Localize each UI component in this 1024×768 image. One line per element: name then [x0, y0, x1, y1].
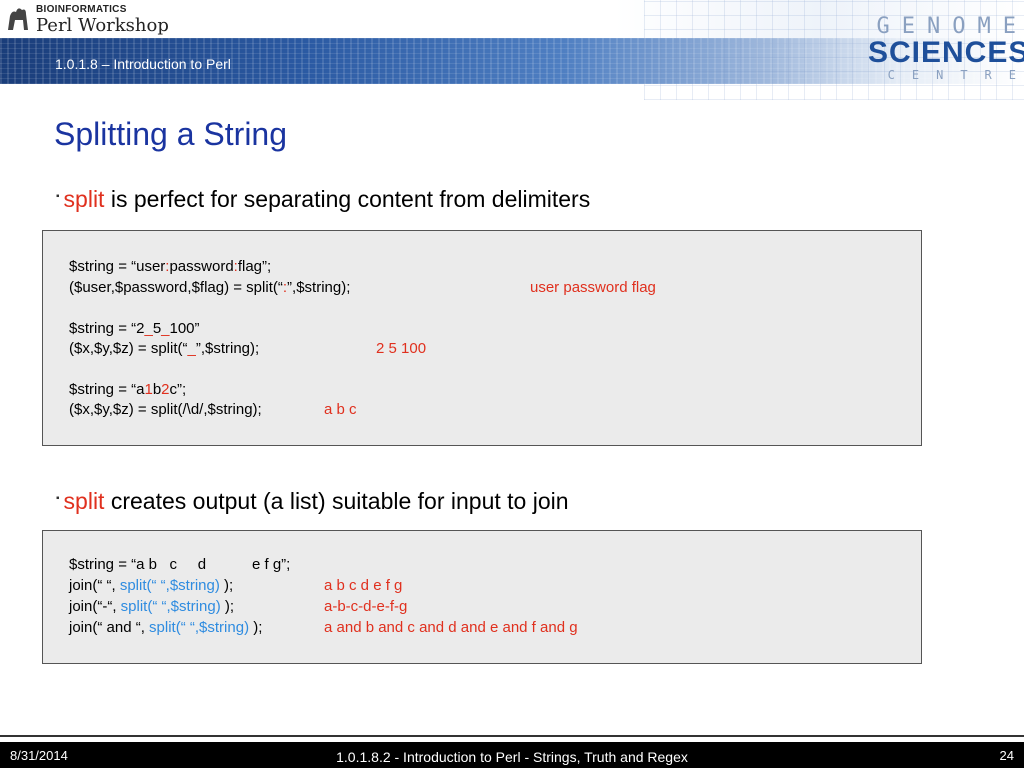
- code-line: $string = “a1b2c”;: [69, 381, 187, 398]
- gsc-genome-text: GENOME: [876, 14, 1024, 39]
- footer-title: 1.0.1.8.2 - Introduction to Perl - Strin…: [336, 749, 688, 765]
- code-line: join(“ and “, split(“ “,$string) );: [69, 619, 263, 636]
- code-output: a-b-c-d-e-f-g: [324, 598, 408, 615]
- code-output: a and b and c and d and e and f and g: [324, 619, 578, 636]
- camel-icon: [8, 8, 28, 30]
- code-line: join(“ “, split(“ “,$string) );: [69, 577, 234, 594]
- code-output: a b c d e f g: [324, 577, 403, 594]
- code-output: user password flag: [530, 279, 656, 296]
- code-line: ($user,$password,$flag) = split(“:”,$str…: [69, 279, 351, 296]
- bullet-2: ▪ split creates output (a list) suitable …: [56, 488, 569, 515]
- bullet-1: ▪ split is perfect for separating content…: [56, 186, 590, 213]
- slide-title: Splitting a String: [54, 116, 288, 152]
- bullet-text: is perfect for separating content from d…: [104, 186, 591, 212]
- header-subtitle: 1.0.1.8 – Introduction to Perl: [55, 56, 231, 72]
- gsc-sciences-text: SCIENCES: [868, 36, 1024, 69]
- code-box-1: $string = “user:password:flag”; ($user,$…: [42, 230, 922, 446]
- logo-big-text: Perl Workshop: [36, 15, 169, 36]
- perl-workshop-logo: BIOINFORMATICS Perl Workshop: [4, 2, 174, 36]
- code-output: a b c: [324, 401, 357, 418]
- bullet-keyword: split: [63, 488, 105, 514]
- code-box-2: $string = “a b c d e f g”; join(“ “, spl…: [42, 530, 922, 664]
- gsc-centre-text: CENTRE: [887, 68, 1024, 82]
- page-number: 24: [999, 748, 1014, 763]
- bullet-icon: ▪: [56, 191, 60, 202]
- code-line: join(“-“, split(“ “,$string) );: [69, 598, 235, 615]
- bullet-keyword: split: [63, 186, 105, 212]
- bullet-text: creates output (a list) suitable for inp…: [104, 488, 569, 514]
- code-line: $string = “user:password:flag”;: [69, 258, 272, 275]
- code-line: ($x,$y,$z) = split(“_”,$string);: [69, 340, 260, 357]
- footer-bar: 8/31/2014 1.0.1.8.2 - Introduction to Pe…: [0, 742, 1024, 768]
- genome-sciences-centre-logo: GENOME SCIENCES CENTRE: [868, 16, 1024, 86]
- footer-divider: [0, 735, 1024, 737]
- logo-small-text: BIOINFORMATICS: [36, 4, 127, 15]
- code-output: 2 5 100: [376, 340, 427, 357]
- code-line: $string = “2_5_100”: [69, 320, 200, 337]
- code-line: $string = “a b c d e f g”;: [69, 556, 291, 573]
- header-banner: BIOINFORMATICS Perl Workshop 1.0.1.8 – I…: [0, 0, 1024, 100]
- bullet-icon: ▪: [56, 493, 60, 504]
- code-line: ($x,$y,$z) = split(/\d/,$string);: [69, 401, 262, 418]
